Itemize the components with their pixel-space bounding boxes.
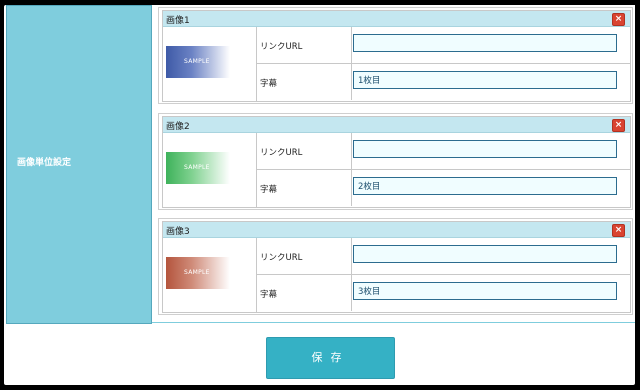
section-label: 画像単位設定 xyxy=(17,158,72,168)
link-url-input[interactable] xyxy=(353,140,617,158)
link-url-label: リンクURL xyxy=(260,42,303,52)
caption-input[interactable]: 3枚目 xyxy=(353,282,617,300)
image-block-3: 画像3 × SAMPLE リンクURL 字幕 3枚目 xyxy=(158,218,633,315)
caption-input[interactable]: 2枚目 xyxy=(353,177,617,195)
close-icon[interactable]: × xyxy=(612,224,625,237)
close-icon[interactable]: × xyxy=(612,13,625,26)
image-block-header: 画像1 × xyxy=(163,11,630,27)
save-button[interactable]: 保存 xyxy=(266,337,395,379)
caption-row: 字幕 2枚目 xyxy=(257,170,630,206)
caption-input[interactable]: 1枚目 xyxy=(353,71,617,89)
sample-thumbnail: SAMPLE xyxy=(166,257,230,289)
caption-label: 字幕 xyxy=(260,290,278,300)
sample-thumbnail: SAMPLE xyxy=(166,152,230,184)
image-block-title: 画像3 xyxy=(166,227,190,237)
thumbnail-caption: SAMPLE xyxy=(184,164,210,171)
thumbnail-cell: SAMPLE xyxy=(163,238,257,312)
image-block-title: 画像1 xyxy=(166,16,190,26)
link-url-label: リンクURL xyxy=(260,148,303,158)
image-block-header: 画像2 × xyxy=(163,117,630,133)
link-url-input[interactable] xyxy=(353,245,617,263)
settings-panel: 画像単位設定 画像1 × SAMPLE リンクURL 字幕 1枚目 画像2 × … xyxy=(4,5,635,385)
caption-label: 字幕 xyxy=(260,185,278,195)
link-url-label: リンクURL xyxy=(260,253,303,263)
link-url-row: リンクURL xyxy=(257,238,630,275)
thumbnail-caption: SAMPLE xyxy=(184,269,210,276)
caption-row: 字幕 1枚目 xyxy=(257,64,630,100)
caption-label: 字幕 xyxy=(260,79,278,89)
sample-thumbnail: SAMPLE xyxy=(166,46,230,78)
image-block-1: 画像1 × SAMPLE リンクURL 字幕 1枚目 xyxy=(158,7,633,104)
thumbnail-caption: SAMPLE xyxy=(184,58,210,65)
image-block-2: 画像2 × SAMPLE リンクURL 字幕 2枚目 xyxy=(158,113,633,210)
link-url-row: リンクURL xyxy=(257,133,630,170)
image-block-header: 画像3 × xyxy=(163,222,630,238)
section-header-cell: 画像単位設定 xyxy=(6,5,152,324)
caption-row: 字幕 3枚目 xyxy=(257,275,630,311)
thumbnail-cell: SAMPLE xyxy=(163,133,257,207)
thumbnail-cell: SAMPLE xyxy=(163,27,257,101)
link-url-input[interactable] xyxy=(353,34,617,52)
image-block-title: 画像2 xyxy=(166,122,190,132)
image-blocks-container: 画像1 × SAMPLE リンクURL 字幕 1枚目 画像2 × SAMPLE … xyxy=(152,5,635,323)
link-url-row: リンクURL xyxy=(257,27,630,64)
close-icon[interactable]: × xyxy=(612,119,625,132)
